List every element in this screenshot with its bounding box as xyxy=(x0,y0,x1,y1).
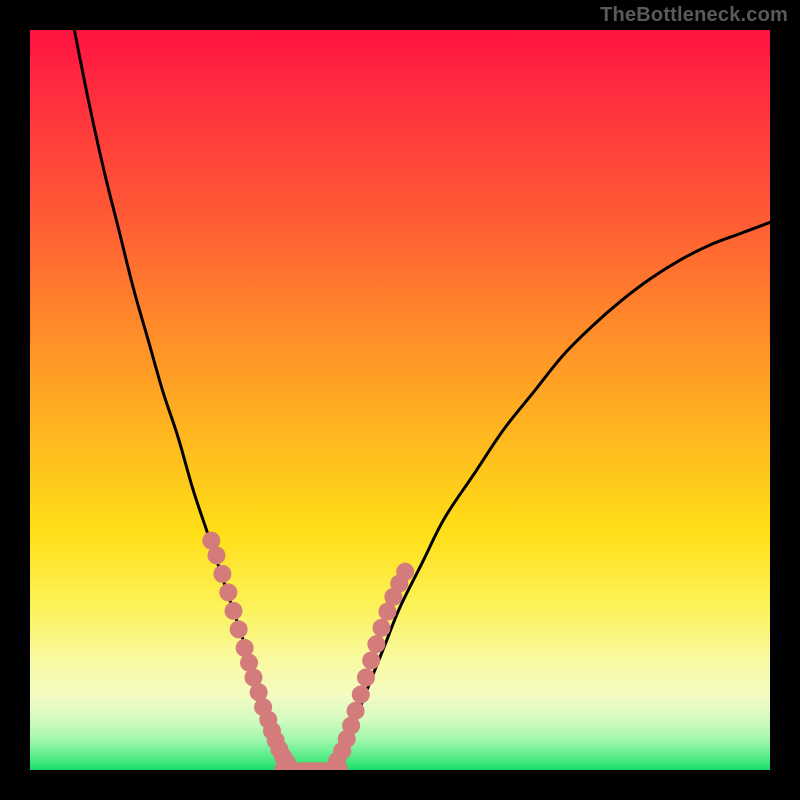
plot-area xyxy=(30,30,770,770)
highlight-dot xyxy=(225,602,243,620)
highlight-dot xyxy=(219,583,237,601)
highlight-dot xyxy=(213,565,231,583)
highlight-dot xyxy=(362,651,380,669)
highlight-dot xyxy=(352,686,370,704)
curve-right-curve xyxy=(326,222,770,766)
watermark-text: TheBottleneck.com xyxy=(600,4,788,27)
highlight-dot xyxy=(373,619,391,637)
chart-frame: TheBottleneck.com xyxy=(0,0,800,800)
highlight-dot xyxy=(396,563,414,581)
highlight-dot xyxy=(230,620,248,638)
highlight-dot xyxy=(207,546,225,564)
highlight-dot xyxy=(357,669,375,687)
highlight-dot xyxy=(347,702,365,720)
highlight-dot xyxy=(367,635,385,653)
curve-layer xyxy=(30,30,770,770)
curve-left-curve xyxy=(74,30,296,766)
